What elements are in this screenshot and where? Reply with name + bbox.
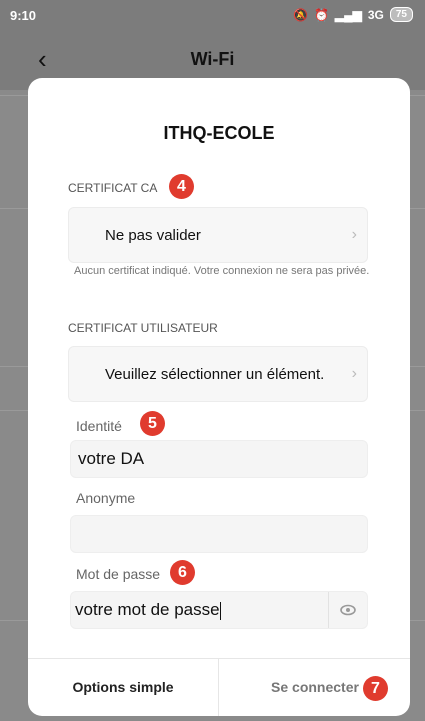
user-certificate-value: Veuillez sélectionner un élément. bbox=[105, 366, 325, 383]
anonymous-label: Anonyme bbox=[76, 490, 136, 506]
anonymous-input[interactable] bbox=[70, 515, 368, 553]
chevron-right-icon: › bbox=[351, 365, 357, 382]
ca-certificate-value: Ne pas valider bbox=[105, 227, 201, 244]
page-title: Wi-Fi bbox=[190, 49, 235, 69]
user-certificate-label: CERTIFICAT UTILISATEUR bbox=[68, 321, 218, 335]
step-badge-4: 4 bbox=[169, 174, 194, 199]
mute-icon: 🔕 bbox=[292, 7, 308, 22]
simple-options-button[interactable]: Options simple bbox=[28, 658, 218, 716]
password-value: votre mot de passe bbox=[75, 600, 221, 620]
status-icons: 🔕 ⏰ ▂▄▆ 3G 75 bbox=[293, 7, 413, 22]
network-type: 3G bbox=[367, 7, 384, 22]
ca-certificate-select[interactable]: Ne pas valider › bbox=[68, 207, 368, 263]
alarm-icon: ⏰ bbox=[313, 7, 329, 22]
battery-icon: 75 bbox=[389, 7, 413, 22]
status-bar: 9:10 🔕 ⏰ ▂▄▆ 3G 75 bbox=[0, 0, 425, 32]
identity-label: Identité bbox=[76, 418, 122, 434]
user-certificate-select[interactable]: Veuillez sélectionner un élément. › bbox=[68, 346, 368, 402]
ca-certificate-label: CERTIFICAT CA bbox=[68, 181, 158, 195]
password-input[interactable]: votre mot de passe bbox=[70, 591, 368, 629]
step-badge-5: 5 bbox=[140, 411, 165, 436]
signal-icon: ▂▄▆ bbox=[334, 7, 362, 22]
wifi-config-dialog: ITHQ-ECOLE CERTIFICAT CA 4 Ne pas valide… bbox=[28, 78, 410, 716]
dialog-title: ITHQ-ECOLE bbox=[163, 123, 275, 143]
chevron-right-icon: › bbox=[351, 226, 357, 243]
step-badge-6: 6 bbox=[170, 560, 195, 585]
eye-icon[interactable] bbox=[328, 592, 367, 628]
step-badge-7: 7 bbox=[363, 676, 388, 701]
ca-certificate-note: Aucun certificat indiqué. Votre connexio… bbox=[74, 265, 370, 277]
status-time: 9:10 bbox=[10, 8, 37, 23]
identity-input[interactable]: votre DA bbox=[70, 440, 368, 478]
identity-value: votre DA bbox=[78, 449, 145, 468]
buttons-separator bbox=[218, 658, 219, 716]
password-label: Mot de passe bbox=[76, 566, 161, 582]
